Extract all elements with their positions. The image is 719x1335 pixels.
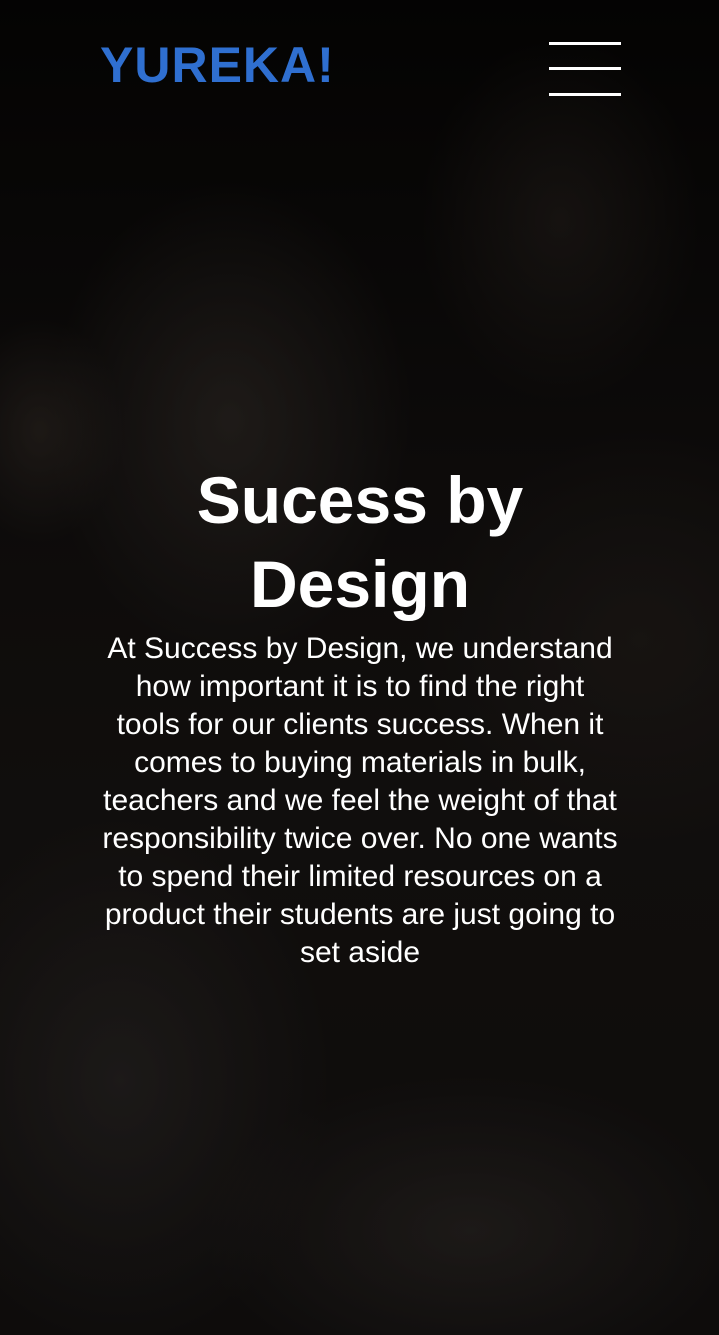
- menu-bar-top: [549, 42, 621, 45]
- hamburger-menu-button[interactable]: [548, 40, 622, 100]
- page: YUREKA! Sucess by Design At Success by D…: [0, 0, 719, 1335]
- site-header: YUREKA!: [0, 0, 719, 140]
- hero-section: Sucess by Design At Success by Design, w…: [80, 458, 640, 972]
- hero-title: Sucess by Design: [196, 463, 524, 621]
- menu-bar-bottom: [549, 93, 621, 96]
- hero-description: At Success by Design, we understand how …: [102, 632, 618, 969]
- menu-bar-middle: [549, 67, 621, 70]
- site-logo[interactable]: YUREKA!: [100, 40, 335, 90]
